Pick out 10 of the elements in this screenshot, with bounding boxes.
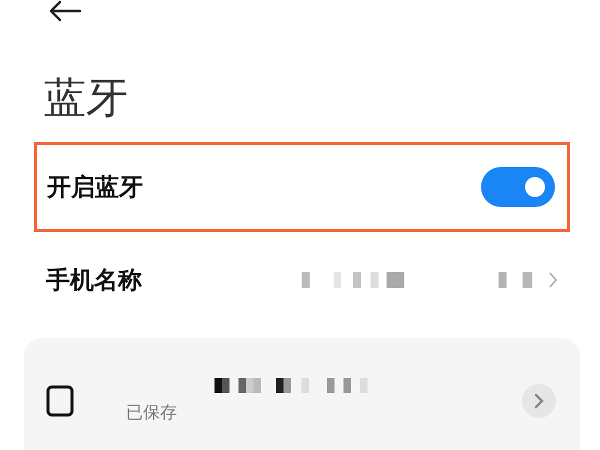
page-title: 蓝牙 [44, 72, 129, 124]
device-item[interactable]: 已保存 [24, 338, 580, 424]
chevron-icon[interactable] [522, 384, 556, 418]
bluetooth-toggle[interactable] [481, 167, 555, 207]
device-icon [46, 385, 74, 417]
device-status: 已保存 [126, 402, 177, 424]
bluetooth-label: 开启蓝牙 [47, 172, 143, 203]
chevron-icon[interactable] [548, 271, 558, 289]
phone-name-label: 手机名称 [46, 265, 142, 296]
back-arrow-icon[interactable] [48, 0, 82, 22]
